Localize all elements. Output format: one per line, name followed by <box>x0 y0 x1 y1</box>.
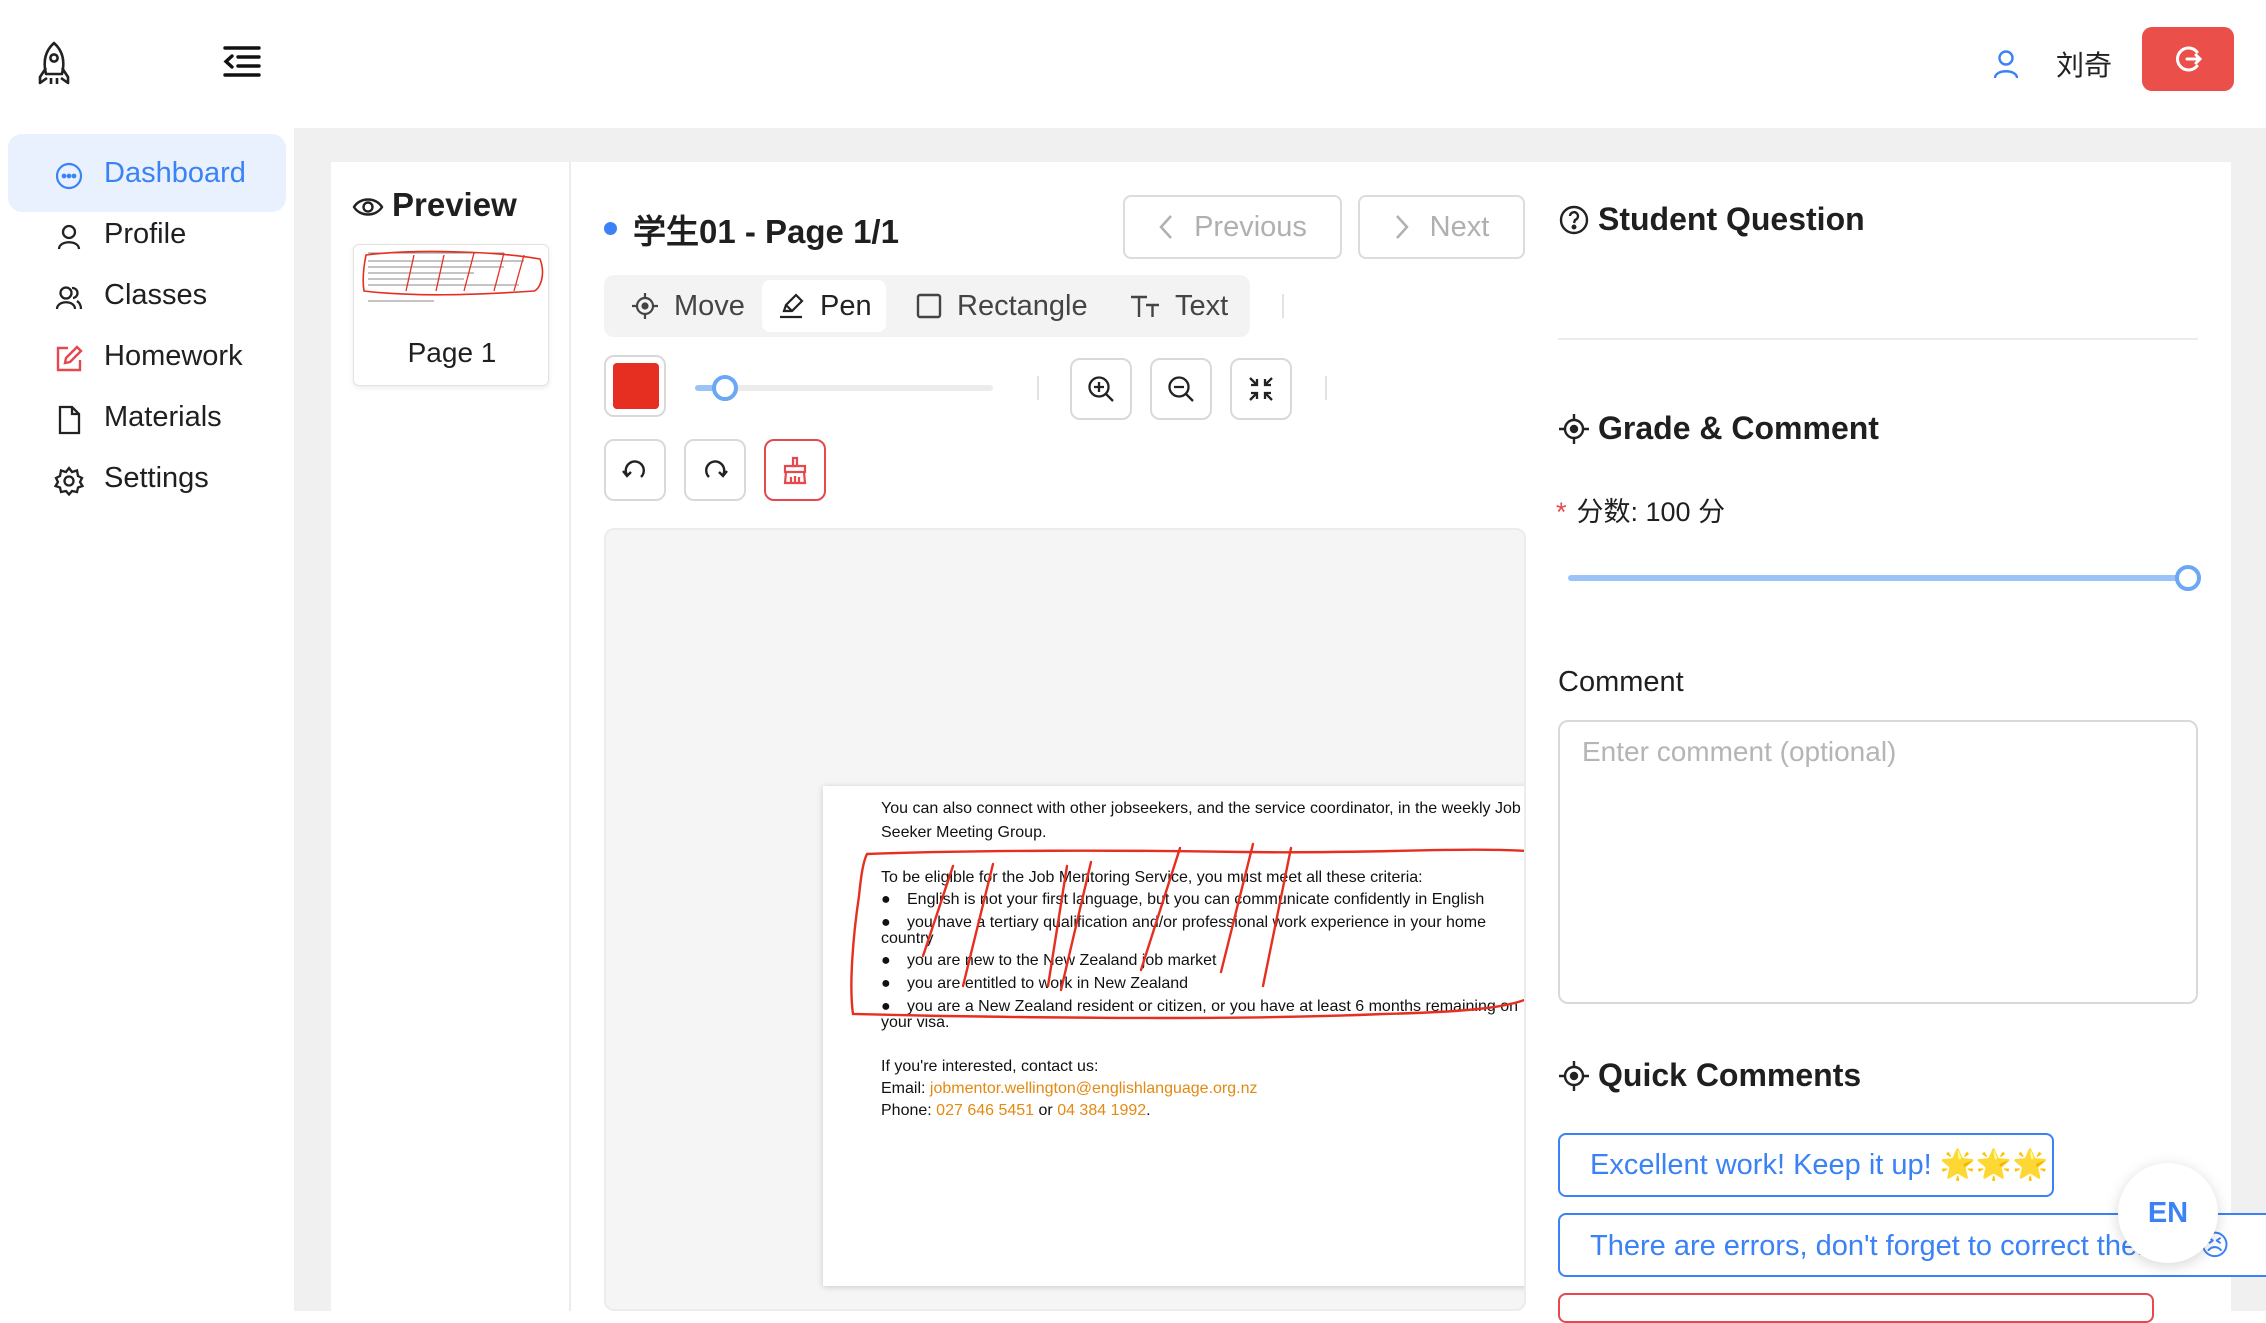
gear-icon <box>54 466 84 496</box>
tool-label: Rectangle <box>957 289 1088 322</box>
tool-label: Pen <box>820 289 872 322</box>
zoom-in-icon <box>1088 376 1114 402</box>
chevron-left-icon <box>1159 215 1173 239</box>
square-icon <box>916 293 942 319</box>
required-asterisk: * <box>1556 497 1567 527</box>
user-icon <box>54 222 84 252</box>
zoom-out-button[interactable] <box>1150 358 1212 420</box>
comment-label: Comment <box>1558 666 1684 698</box>
preview-title: Preview <box>392 186 517 223</box>
question-circle-icon <box>1558 204 1590 236</box>
quick-comment-button[interactable]: Excellent work! Keep it up! 🌟🌟🌟 <box>1558 1133 2054 1197</box>
previous-button[interactable]: Previous <box>1123 195 1342 259</box>
page-thumbnail[interactable]: Page 1 <box>353 244 549 386</box>
toolbar-divider <box>1325 376 1327 400</box>
sidebar-item-label: Classes <box>104 278 208 311</box>
chat-bubble-icon <box>54 161 84 191</box>
brush-size-slider[interactable] <box>695 385 993 391</box>
homework-page-image: You can also connect with other jobseeke… <box>823 786 1524 1286</box>
sidebar-item-label: Profile <box>104 217 187 250</box>
previous-label: Previous <box>1194 210 1307 243</box>
tool-label: Move <box>674 289 745 322</box>
users-icon <box>54 283 84 313</box>
tool-segmented-control: Move Pen Rectangle Text <box>604 275 1250 337</box>
rocket-logo-icon[interactable] <box>36 40 72 90</box>
file-icon <box>54 405 84 435</box>
toolbar-divider <box>1282 294 1284 318</box>
color-swatch <box>613 363 659 409</box>
pen-annotations <box>850 842 1524 1020</box>
divider <box>1558 338 2198 340</box>
crosshair-icon <box>632 293 658 319</box>
logout-button[interactable] <box>2142 27 2234 91</box>
user-avatar-icon[interactable] <box>1993 49 2019 79</box>
next-button[interactable]: Next <box>1358 195 1525 259</box>
thumbnail-label: Page 1 <box>407 337 497 368</box>
brush-size-handle[interactable] <box>712 375 738 401</box>
menu-collapse-icon[interactable] <box>222 44 262 80</box>
status-dot <box>604 222 617 235</box>
zoom-in-button[interactable] <box>1070 358 1132 420</box>
quick-comment-button[interactable] <box>1558 1293 2154 1323</box>
user-name[interactable]: 刘奇 <box>2056 44 2112 84</box>
chevron-right-icon <box>1395 215 1409 239</box>
score-slider-handle[interactable] <box>2175 565 2201 591</box>
undo-icon <box>622 460 645 478</box>
drawing-canvas[interactable]: You can also connect with other jobseeke… <box>604 528 1526 1311</box>
crosshair-icon <box>1558 1060 1590 1092</box>
sidebar-item-label: Dashboard <box>104 156 246 189</box>
tool-move[interactable]: Move <box>616 280 759 332</box>
thumbnail-image <box>362 250 544 302</box>
tool-text[interactable]: Text <box>1115 280 1242 332</box>
tool-rectangle[interactable]: Rectangle <box>901 280 1102 332</box>
zoom-out-icon <box>1168 376 1194 402</box>
score-slider[interactable] <box>1568 575 2186 581</box>
language-switch-button[interactable]: EN <box>2118 1163 2218 1263</box>
grade-comment-title: Grade & Comment <box>1598 410 1879 446</box>
page-title: 学生01 - Page 1/1 <box>633 213 899 250</box>
sidebar-item-label: Homework <box>104 339 243 372</box>
sidebar-item-label: Materials <box>104 400 222 433</box>
tool-label: Text <box>1175 289 1229 322</box>
redo-button[interactable] <box>684 439 746 501</box>
next-label: Next <box>1429 210 1490 243</box>
pen-icon <box>780 293 804 319</box>
score-label: * 分数: 100 分 <box>1556 497 1726 527</box>
toolbar-divider <box>1037 376 1039 400</box>
clear-button[interactable] <box>764 439 826 501</box>
eye-icon <box>352 195 384 219</box>
comment-textarea[interactable] <box>1558 720 2198 1004</box>
student-question-title: Student Question <box>1598 201 1865 237</box>
tool-pen[interactable]: Pen <box>762 280 886 332</box>
logout-icon <box>2176 46 2203 72</box>
undo-button[interactable] <box>604 439 666 501</box>
broom-icon <box>783 456 807 485</box>
compress-icon <box>1249 377 1273 401</box>
fit-screen-button[interactable] <box>1230 358 1292 420</box>
text-icon <box>1131 295 1159 317</box>
top-bar: 刘奇 <box>0 0 2266 128</box>
redo-icon <box>705 460 728 478</box>
sidebar-item-settings[interactable]: Settings <box>8 439 286 517</box>
quick-comments-title: Quick Comments <box>1598 1057 1862 1093</box>
sidebar: Dashboard Profile Classes Homework Mater… <box>0 128 294 1311</box>
sidebar-item-label: Settings <box>104 461 209 494</box>
crosshair-icon <box>1558 413 1590 445</box>
edit-icon <box>54 344 84 374</box>
